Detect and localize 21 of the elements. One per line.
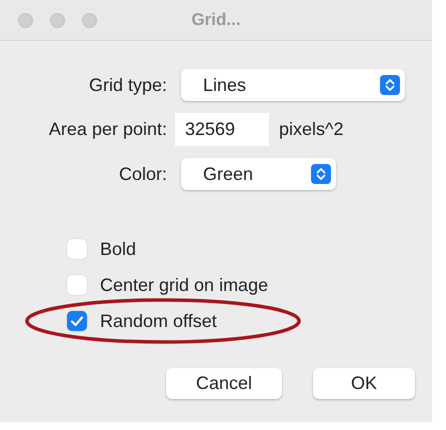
dropdown[interactable]: Lines <box>181 69 405 101</box>
field-label: Color: <box>118 164 168 184</box>
window-title: Grid... <box>191 10 241 30</box>
chevron-updown-icon <box>311 164 331 184</box>
chevron-updown-icon <box>380 75 400 95</box>
checkbox-label: Center grid on image <box>100 274 268 296</box>
input-field[interactable]: 32569 <box>175 113 269 146</box>
checkbox[interactable] <box>67 239 87 259</box>
dropdown[interactable]: Green <box>181 158 336 190</box>
dialog-button[interactable]: Cancel <box>166 368 282 399</box>
window-control-icon[interactable] <box>18 13 33 28</box>
checkbox-label: Random offset <box>100 310 217 332</box>
checkbox[interactable] <box>67 311 87 331</box>
dialog-button[interactable]: OK <box>313 368 415 399</box>
window-control-icon[interactable] <box>50 13 65 28</box>
field-label: Area per point: <box>48 119 168 140</box>
unit-label: pixels^2 <box>279 119 344 140</box>
window-control-icon[interactable] <box>82 13 97 28</box>
checkbox-label: Bold <box>100 238 136 260</box>
field-label: Grid type: <box>88 74 168 96</box>
checkbox[interactable] <box>67 275 87 295</box>
